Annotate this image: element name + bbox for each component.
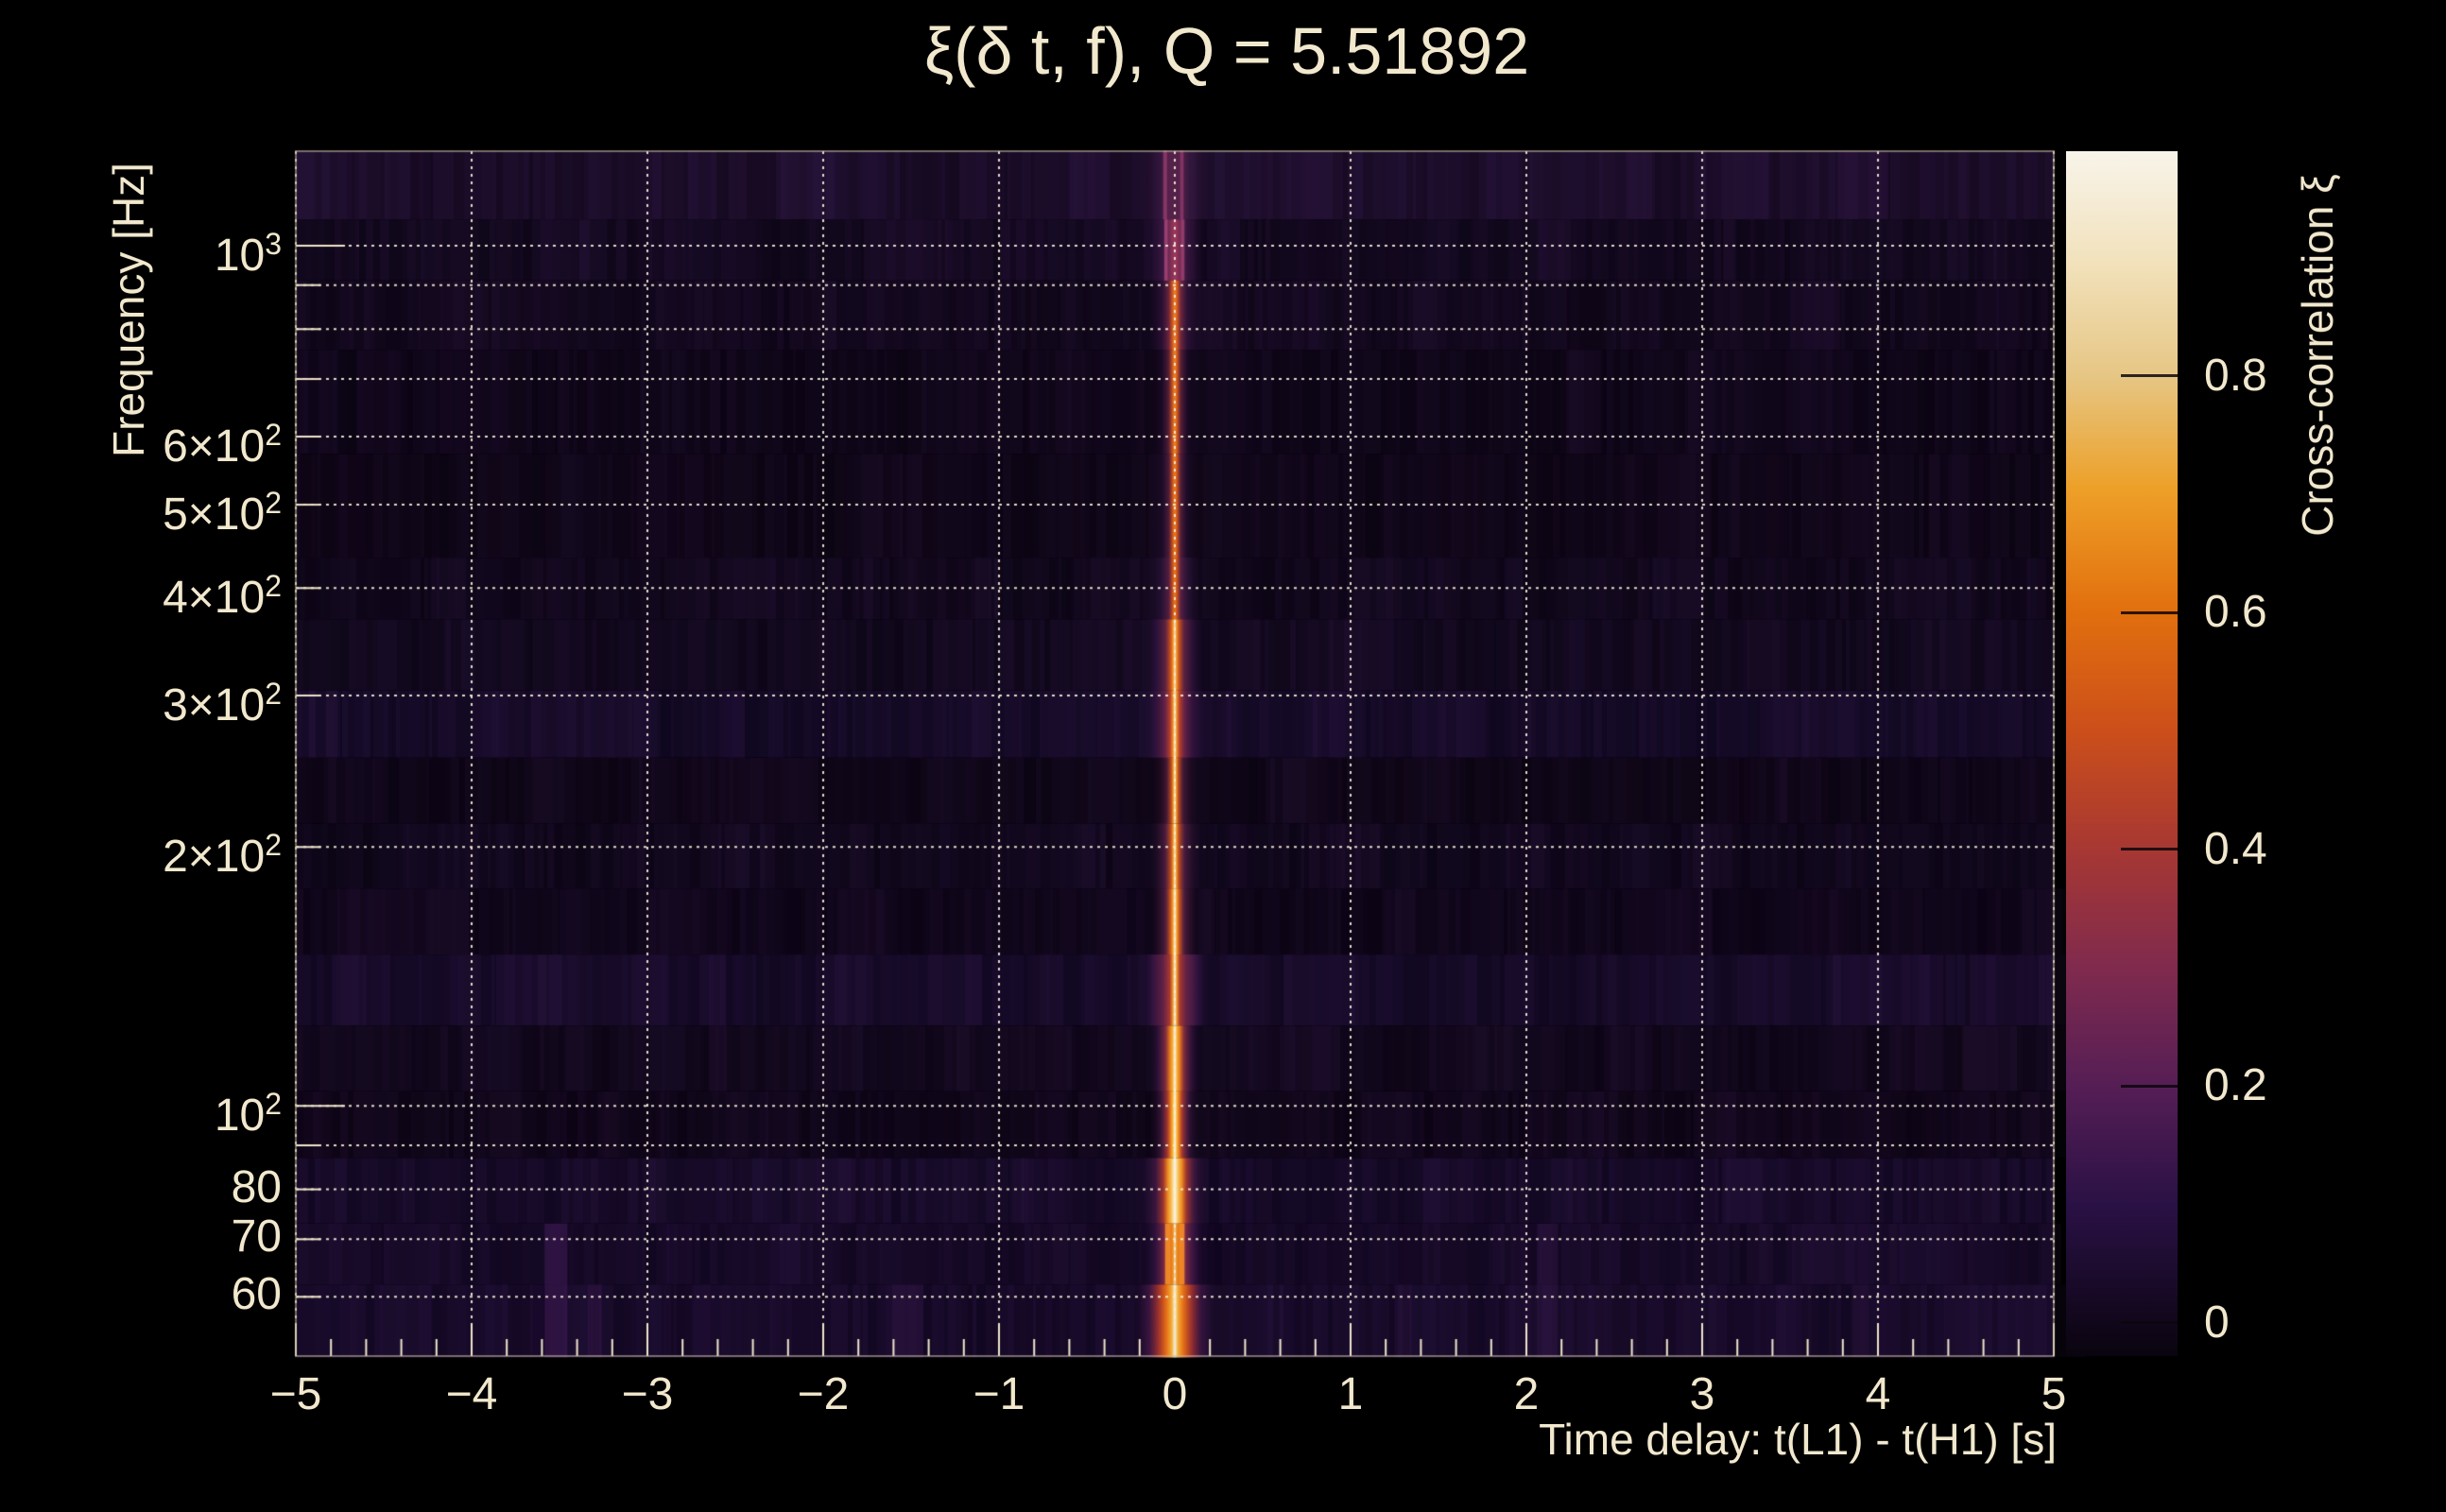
colorbar-tick-mark (2121, 610, 2178, 614)
colorbar-tick-label: 0.8 (2204, 350, 2267, 401)
x-tick-label: −5 (269, 1369, 322, 1419)
y-tick-label: 103 (214, 227, 282, 282)
x-tick-label: 1 (1337, 1369, 1364, 1419)
x-tick-label: 0 (1162, 1369, 1188, 1419)
x-tick-label: −3 (621, 1369, 674, 1419)
colorbar-tick-label: 0.2 (2204, 1060, 2267, 1111)
x-tick-label: 5 (2041, 1369, 2067, 1419)
colorbar-gradient (2066, 151, 2178, 1356)
colorbar-tick-label: 0.4 (2204, 823, 2267, 874)
colorbar-tick-mark (2121, 1321, 2178, 1325)
x-tick-label: 3 (1689, 1369, 1715, 1419)
y-tick-label: 80 (231, 1161, 282, 1212)
chart-title: ξ(δ t, f), Q = 5.51892 (923, 14, 1530, 88)
x-tick-label: 2 (1513, 1369, 1540, 1419)
y-tick-label: 3×102 (163, 677, 282, 731)
y-tick-label: 2×102 (163, 828, 282, 883)
y-tick-label: 70 (231, 1211, 282, 1263)
colorbar-tick-label: 0.6 (2204, 587, 2267, 638)
colorbar-tick-mark (2121, 374, 2178, 378)
x-tick-label: −2 (797, 1369, 850, 1419)
colorbar-tick-label: 0 (2204, 1297, 2230, 1348)
y-tick-label: 102 (214, 1087, 282, 1142)
colorbar-tick-mark (2121, 848, 2178, 851)
x-tick-label: −4 (445, 1369, 498, 1419)
colorbar-title: Cross-correlation ξ (2293, 174, 2342, 537)
y-tick-label: 5×102 (163, 486, 282, 541)
cross-correlation-qscan-figure: ξ(δ t, f), Q = 5.51892 Frequency [Hz] Ti… (0, 0, 2446, 1512)
colorbar-tick-mark (2121, 1084, 2178, 1088)
x-tick-label: −1 (973, 1369, 1025, 1419)
y-tick-label: 60 (231, 1269, 282, 1320)
x-axis-title: Time delay: t(L1) - t(H1) [s] (1539, 1415, 2057, 1464)
x-tick-label: 4 (1865, 1369, 1891, 1419)
y-tick-label: 4×102 (163, 569, 282, 624)
y-tick-label: 6×102 (163, 418, 282, 472)
